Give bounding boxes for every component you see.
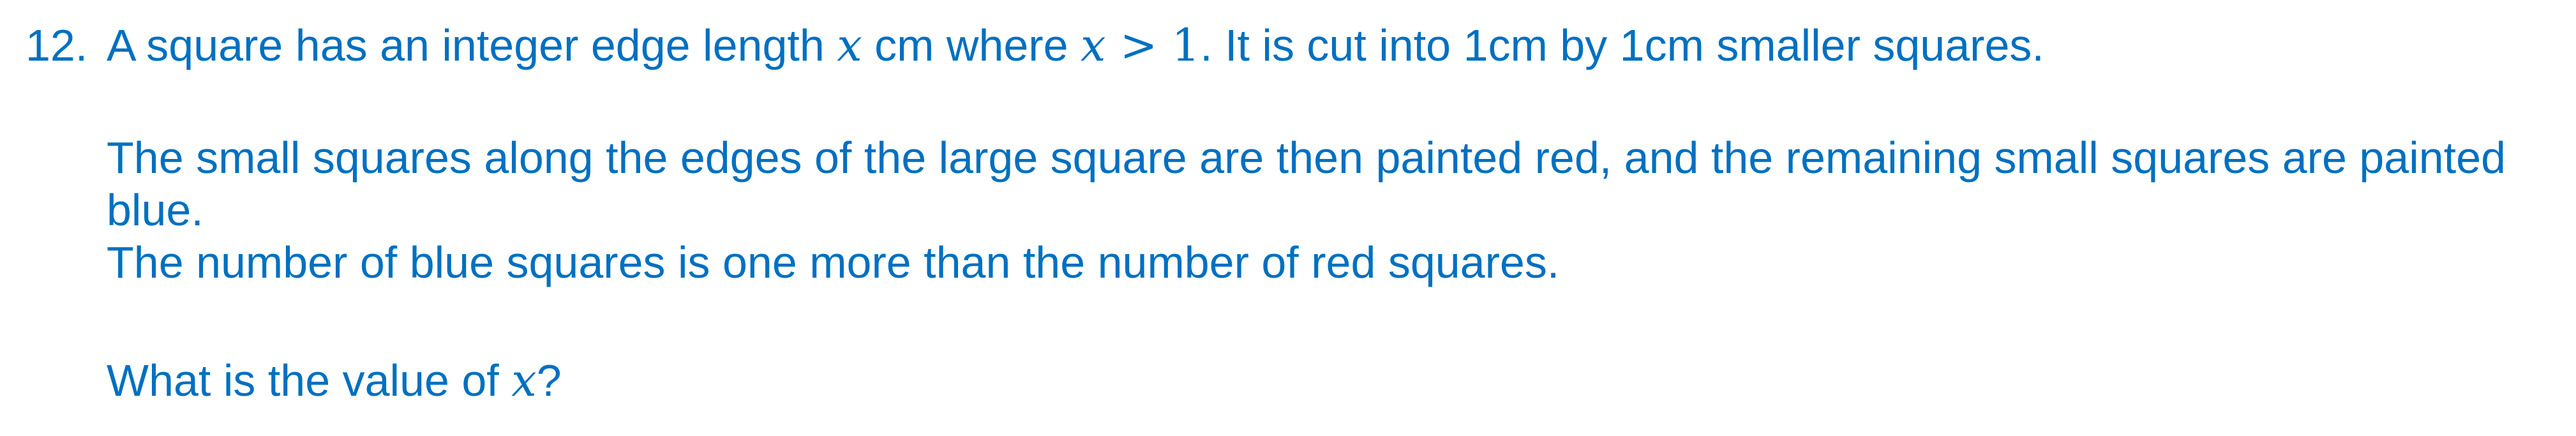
variable-x: x (511, 354, 537, 407)
variable-x: x (837, 19, 862, 71)
painting-description: The small squares along the edges of the… (107, 133, 2506, 235)
intro-text: A square has an integer edge length (107, 20, 837, 70)
prompt-text: What is the value of (107, 356, 512, 405)
question-number: 12. (26, 20, 88, 70)
prompt-text: ? (536, 356, 562, 405)
question-prompt: What is the value of x? (107, 354, 562, 407)
intro-text: cm where (862, 20, 1081, 70)
question-intro: A square has an integer edge length x cm… (107, 19, 2044, 71)
variable-x: x (1081, 19, 1106, 71)
condition-text: The number of blue squares is one more t… (107, 237, 1560, 287)
intro-text: . It is cut into 1cm by 1cm smaller squa… (1200, 20, 2044, 70)
inequality: > 1 (1105, 19, 1201, 71)
